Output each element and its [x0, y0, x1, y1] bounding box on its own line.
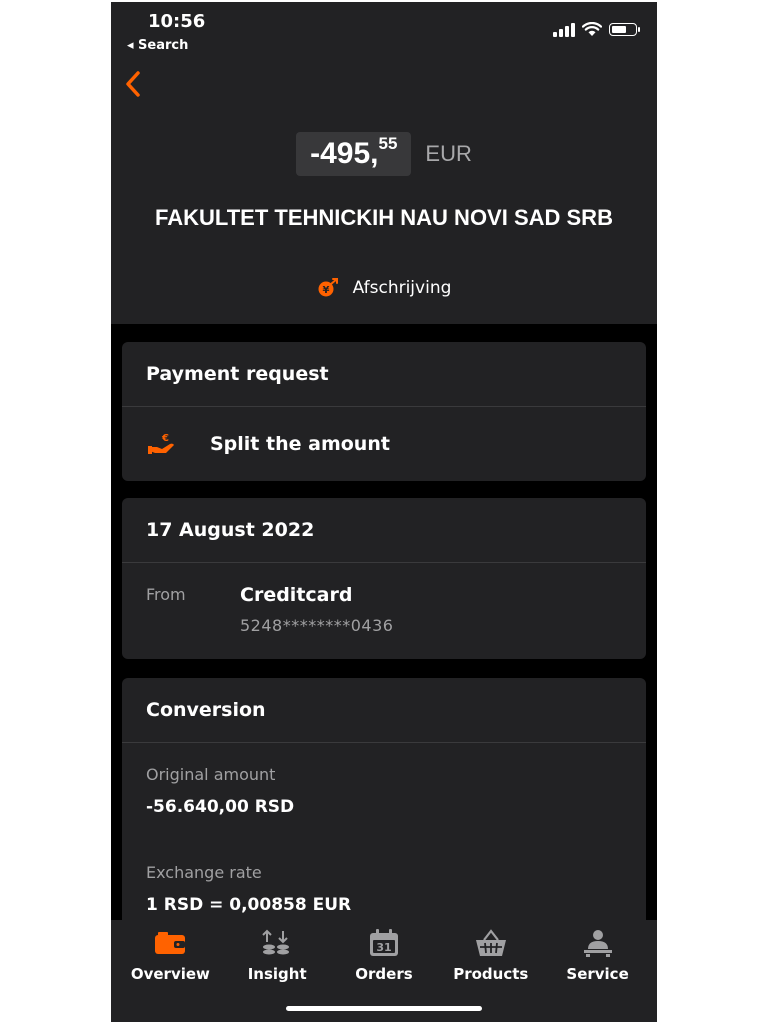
tab-insight-label: Insight: [247, 965, 307, 983]
transaction-date: 17 August 2022: [122, 498, 646, 563]
wallet-icon: [155, 932, 186, 954]
from-account-name: Creditcard: [240, 584, 353, 606]
svg-text:31: 31: [376, 941, 391, 954]
payment-request-card: Payment request € Split the amount: [122, 342, 646, 481]
tab-products-label: Products: [453, 965, 529, 983]
tab-service-label: Service: [566, 965, 629, 983]
tab-insight[interactable]: Insight: [227, 926, 327, 983]
service-person-icon: [583, 930, 612, 957]
from-account-row: From Creditcard 5248********0436: [122, 563, 646, 659]
tab-overview[interactable]: Overview: [120, 926, 220, 983]
transaction-type: ¥ Afschrijving: [111, 278, 657, 298]
amount-badge: -495, 55: [296, 132, 412, 176]
split-amount-button[interactable]: € Split the amount: [122, 407, 646, 481]
bottom-tab-bar: Overview Insight 31 Orders Products Serv…: [111, 920, 657, 1022]
split-amount-label: Split the amount: [210, 433, 390, 455]
tab-orders[interactable]: 31 Orders: [334, 926, 434, 983]
merchant-name: FAKULTET TEHNICKIH NAU NOVI SAD SRB: [155, 205, 613, 230]
status-time: 10:56: [148, 11, 206, 32]
phone-screen: 10:56 ◂ Search -495, 55 EUR FAKULTET TEH…: [111, 2, 657, 1022]
svg-text:€: €: [161, 433, 169, 444]
tab-service[interactable]: Service: [548, 926, 648, 983]
amount-row: -495, 55 EUR: [111, 132, 657, 176]
transaction-header: 10:56 ◂ Search -495, 55 EUR FAKULTET TEH…: [111, 2, 657, 324]
calendar-icon: 31: [369, 929, 398, 956]
conversion-title: Conversion: [122, 678, 646, 743]
arrows-coins-icon: [262, 929, 290, 955]
from-label: From: [146, 585, 186, 604]
card-number: 5248********0436: [240, 616, 394, 635]
transaction-details-card: 17 August 2022 From Creditcard 5248*****…: [122, 498, 646, 659]
wifi-icon: [582, 22, 602, 36]
amount-currency: EUR: [425, 141, 472, 166]
conversion-card: Conversion Original amount -56.640,00 RS…: [122, 678, 646, 938]
tab-products[interactable]: Products: [441, 926, 541, 983]
exchange-rate-label: Exchange rate: [146, 863, 262, 882]
transaction-type-label: Afschrijving: [352, 278, 452, 298]
original-amount-value: -56.640,00 RSD: [146, 797, 295, 817]
back-to-search-link[interactable]: ◂ Search: [127, 38, 188, 53]
payment-request-title: Payment request: [122, 342, 646, 407]
original-amount-label: Original amount: [146, 765, 276, 784]
status-icons: [553, 22, 640, 37]
tab-orders-label: Orders: [355, 965, 413, 983]
back-button[interactable]: [119, 66, 147, 102]
svg-text:¥: ¥: [322, 285, 329, 296]
conversion-details: Original amount -56.640,00 RSD Exchange …: [122, 743, 646, 938]
cellular-signal-icon: [553, 22, 575, 37]
amount-value: -495,: [310, 137, 379, 170]
chevron-left-icon: [126, 71, 140, 97]
basket-icon: [475, 929, 506, 956]
exchange-rate-value: 1 RSD = 0,00858 EUR: [146, 895, 352, 915]
home-indicator[interactable]: [286, 1006, 482, 1011]
tab-overview-label: Overview: [130, 965, 210, 983]
amount-cents: 55: [378, 134, 398, 153]
hand-euro-icon: €: [148, 433, 174, 454]
debit-coin-icon: ¥: [318, 278, 338, 297]
status-bar: 10:56 ◂ Search: [111, 2, 657, 58]
battery-icon: [609, 23, 640, 36]
